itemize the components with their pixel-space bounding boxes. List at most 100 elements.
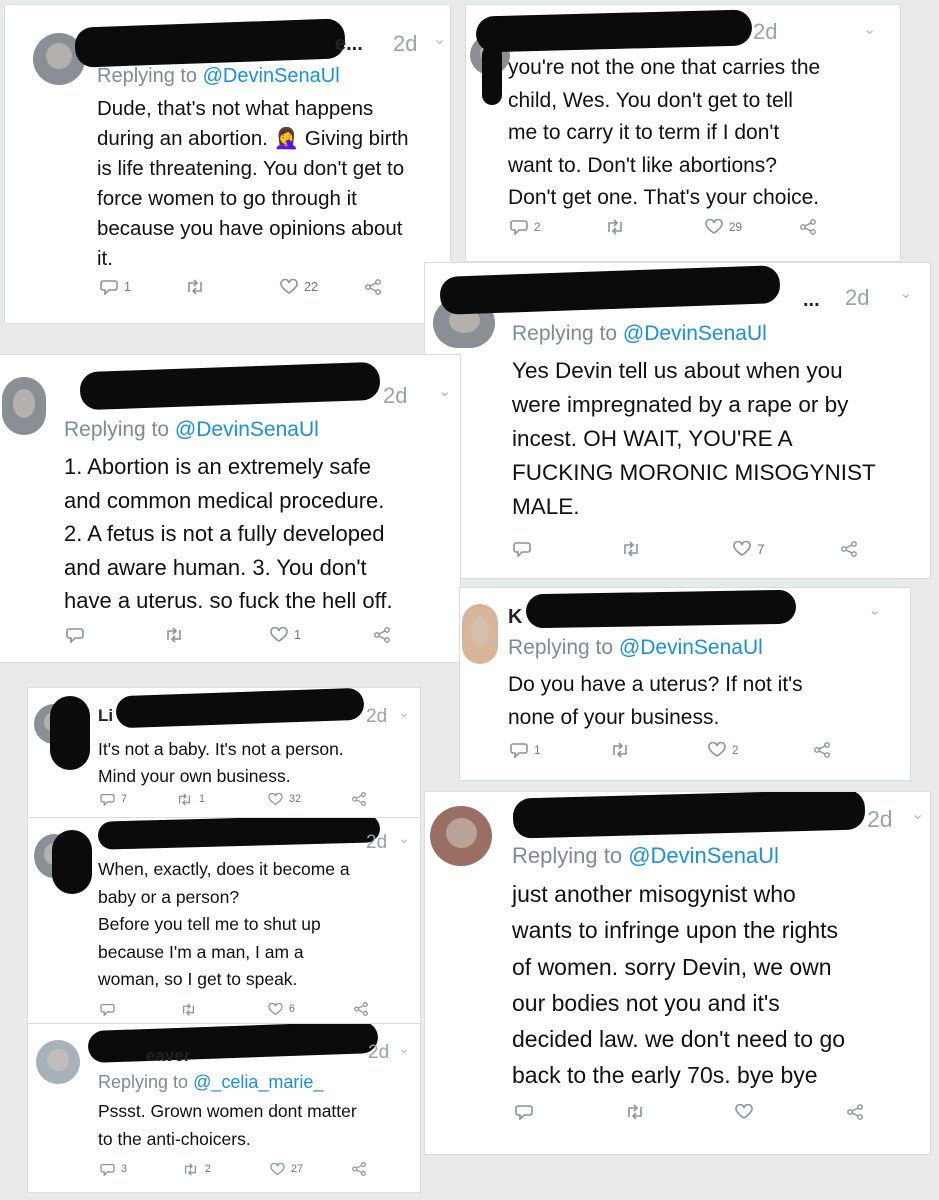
tweet-actions (515, 1104, 863, 1120)
reply-context: Replying to @DevinSenaUl (512, 843, 779, 869)
like-button[interactable]: 32 (268, 792, 352, 806)
tweet-line: Pssst. Grown women dont matter (98, 1101, 357, 1121)
tweet-line: wants to infringe upon the rights (512, 917, 839, 944)
display-name[interactable]: eaver (146, 1046, 190, 1066)
tweet-card[interactable]: ... 2d ⌄ Replying to @DevinSenaUl Yes De… (425, 263, 930, 578)
reply-button[interactable]: 1 (510, 742, 610, 758)
tweet-line: Dude, that's not what happens (97, 97, 374, 120)
share-icon (352, 792, 366, 806)
retweet-button[interactable] (605, 219, 705, 235)
reply-handle-link[interactable]: @DevinSenaUl (619, 636, 763, 659)
like-button[interactable]: 22 (280, 279, 365, 295)
heart-icon (268, 792, 283, 805)
like-button[interactable]: 27 (270, 1162, 352, 1176)
avatar[interactable] (430, 806, 492, 866)
reply-button[interactable] (513, 541, 621, 557)
chevron-down-icon[interactable]: ⌄ (433, 29, 446, 49)
reply-icon (100, 793, 115, 806)
redaction-mark (97, 818, 381, 850)
reply-button[interactable]: 3 (100, 1163, 182, 1176)
reply-button[interactable] (100, 1003, 180, 1016)
like-button[interactable]: 7 (733, 541, 841, 557)
tweet-timestamp[interactable]: 2d (867, 806, 893, 833)
avatar[interactable] (462, 604, 498, 664)
reply-context: Replying to @_celia_marie_ (98, 1072, 323, 1093)
tweet-timestamp[interactable]: 2d (366, 706, 387, 728)
retweet-icon (182, 1002, 195, 1016)
tweet-timestamp[interactable]: 2d (753, 19, 777, 45)
tweet-card[interactable]: eaver 2d ⌄ Replying to @_celia_marie_ Ps… (28, 1024, 420, 1192)
retweet-button[interactable]: 2 (182, 1162, 270, 1176)
reply-handle-link[interactable]: @DevinSenaUl (203, 65, 340, 87)
tweet-line: FUCKING MORONIC MISOGYNIST (512, 460, 876, 485)
avatar[interactable] (2, 377, 46, 435)
reply-handle-link[interactable]: @_celia_marie_ (193, 1072, 323, 1092)
reply-handle-link[interactable]: @DevinSenaUl (175, 418, 319, 441)
retweet-button[interactable] (164, 627, 270, 643)
share-button[interactable] (800, 219, 816, 235)
retweet-count: 2 (205, 1163, 212, 1175)
reply-button[interactable]: 1 (100, 279, 185, 295)
retweet-button[interactable]: 1 (176, 792, 268, 806)
retweet-button[interactable] (180, 1002, 268, 1016)
tweet-card[interactable]: 2d ⌄ Replying to @DevinSenaUl 1. Abortio… (0, 355, 460, 662)
tweet-line: because you have opinions about (97, 217, 403, 240)
like-button[interactable]: 2 (708, 742, 814, 758)
tweet-timestamp[interactable]: 2d (366, 832, 387, 854)
reply-button[interactable] (515, 1104, 625, 1120)
retweet-button[interactable] (621, 541, 733, 557)
tweet-timestamp[interactable]: 2d (383, 383, 407, 409)
tweet-card[interactable]: e... 2d ⌄ Replying to @DevinSenaUl Dude,… (5, 5, 450, 323)
share-button[interactable] (352, 792, 366, 806)
chevron-down-icon[interactable]: ⌄ (868, 600, 881, 620)
tweet-card[interactable]: K ⌄ Replying to @DevinSenaUl Do you have… (460, 588, 910, 780)
chevron-down-icon[interactable]: ⌄ (438, 381, 451, 401)
chevron-down-icon[interactable]: ⌄ (398, 1040, 410, 1057)
reply-button[interactable] (66, 627, 164, 643)
reply-button[interactable]: 2 (510, 219, 605, 235)
reply-prefix: Replying to (97, 65, 198, 87)
retweet-icon (628, 1104, 642, 1120)
display-name[interactable]: ... (803, 289, 820, 312)
heart-icon (733, 541, 751, 556)
share-button[interactable] (352, 1162, 366, 1176)
like-button[interactable]: 29 (705, 219, 800, 235)
share-button[interactable] (847, 1104, 863, 1120)
display-name[interactable]: e... (335, 33, 363, 56)
share-button[interactable] (354, 1002, 368, 1016)
tweet-card[interactable]: Li 2d ⌄ It's not a baby. It's not a pers… (28, 688, 420, 820)
reply-handle-link[interactable]: @DevinSenaUl (628, 843, 779, 868)
tweet-timestamp[interactable]: 2d (368, 1042, 389, 1064)
display-name[interactable]: K (508, 606, 522, 629)
display-name[interactable]: Li (98, 706, 113, 726)
reply-count: 1 (534, 743, 541, 757)
like-button[interactable] (735, 1104, 847, 1120)
retweet-icon (613, 742, 627, 758)
tweet-card[interactable]: 2d ⌄ When, exactly, does it become a bab… (28, 818, 420, 1024)
share-button[interactable] (841, 541, 857, 557)
reply-button[interactable]: 7 (100, 793, 176, 806)
chevron-down-icon[interactable]: ⌄ (398, 704, 410, 721)
tweet-timestamp[interactable]: 2d (845, 285, 869, 311)
retweet-button[interactable] (610, 742, 708, 758)
tweet-card[interactable]: 2d ⌄ you're not the one that carries the… (466, 5, 900, 261)
like-button[interactable]: 1 (270, 627, 374, 643)
chevron-down-icon[interactable]: ⌄ (911, 804, 924, 824)
retweet-button[interactable] (185, 279, 280, 295)
chevron-down-icon[interactable]: ⌄ (899, 283, 912, 303)
reply-handle-link[interactable]: @DevinSenaUl (623, 322, 767, 345)
avatar[interactable] (36, 1040, 80, 1084)
chevron-down-icon[interactable]: ⌄ (863, 19, 876, 39)
tweet-actions: 1 2 (510, 742, 830, 758)
share-button[interactable] (374, 627, 390, 643)
tweet-timestamp[interactable]: 2d (393, 31, 417, 57)
share-button[interactable] (365, 279, 381, 295)
like-button[interactable]: 6 (268, 1002, 354, 1016)
tweet-line: and common medical procedure. (64, 487, 385, 513)
share-button[interactable] (814, 742, 830, 758)
retweet-button[interactable] (625, 1104, 735, 1120)
tweet-line: woman, so I get to speak. (98, 969, 298, 989)
tweet-line: 2. A fetus is not a fully developed (64, 521, 385, 546)
tweet-card[interactable]: 2d ⌄ Replying to @DevinSenaUl just anoth… (425, 792, 930, 1154)
chevron-down-icon[interactable]: ⌄ (398, 830, 410, 847)
